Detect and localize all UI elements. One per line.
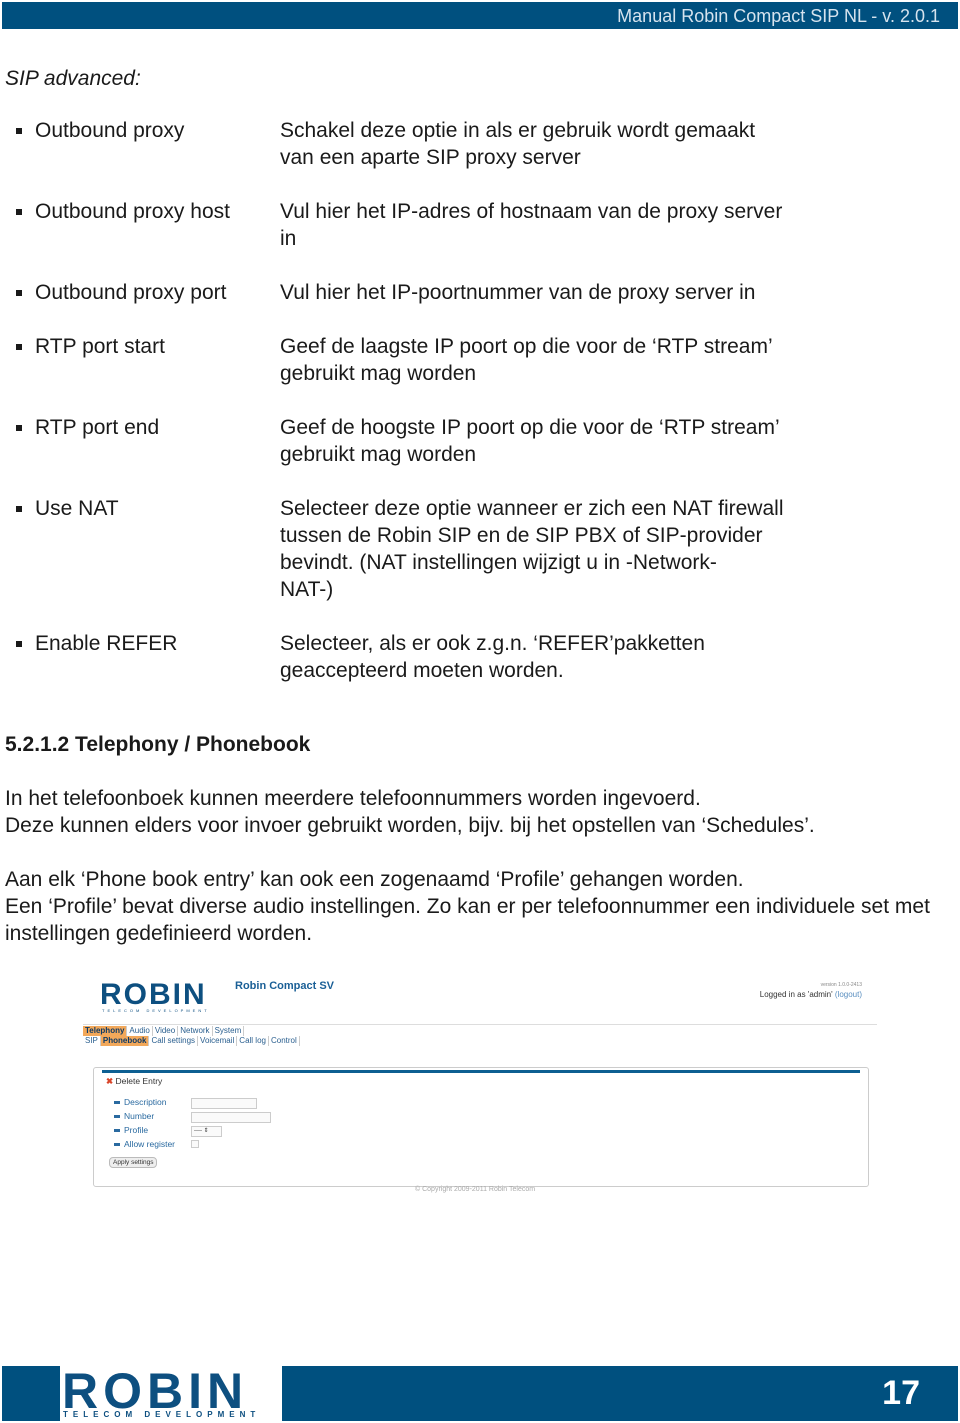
- description-line: bevindt. (NAT instellingen wijzigt u in …: [280, 551, 717, 574]
- section-heading: SIP advanced:: [5, 67, 141, 90]
- tab[interactable]: SIP: [83, 1036, 101, 1046]
- description: Vul hier het IP-adres of hostnaam van de…: [280, 198, 782, 252]
- description-line: gebruikt mag worden: [280, 443, 477, 466]
- manual-page: Manual Robin Compact SIP NL - v. 2.0.1 S…: [0, 0, 960, 1423]
- description: Schakel deze optie in als er gebruik wor…: [280, 117, 755, 171]
- paragraph-line: instellingen gedefinieerd worden.: [5, 922, 313, 945]
- phonebook-panel: ✖ Delete Entry Description Number Profil…: [93, 1067, 869, 1187]
- description-line: Selecteer, als er ook z.g.n. ‘REFER’pakk…: [280, 632, 705, 655]
- number-input[interactable]: [191, 1112, 271, 1123]
- description: Geef de hoogste IP poort op die voor de …: [280, 414, 780, 468]
- description-line: Vul hier het IP-poortnummer van de proxy…: [280, 281, 756, 304]
- tab[interactable]: Video: [153, 1026, 179, 1036]
- profile-select[interactable]: ---- ⇕: [191, 1126, 222, 1137]
- bullet-icon: [16, 128, 22, 134]
- description: Selecteer, als er ook z.g.n. ‘REFER’pakk…: [280, 630, 705, 684]
- description-line: Vul hier het IP-adres of hostnaam van de…: [280, 200, 783, 223]
- main-tabs: Telephony Audio Video Network System: [83, 1026, 245, 1036]
- tab[interactable]: Call settings: [149, 1036, 199, 1046]
- footer-logo-subtitle: TELECOM DEVELOPMENT: [63, 1410, 261, 1419]
- tab[interactable]: Control: [269, 1036, 300, 1046]
- copyright: © Copyright 2009-2011 Robin Telecom: [415, 1186, 536, 1193]
- number-label: Number: [114, 1111, 154, 1121]
- tab[interactable]: Voicemail: [198, 1036, 238, 1046]
- description-line: Schakel deze optie in als er gebruik wor…: [280, 119, 756, 142]
- paragraph-line: Deze kunnen elders voor invoer gebruikt …: [5, 814, 815, 837]
- version: version 1.0.0-2413: [820, 982, 862, 988]
- bullet-icon: [16, 209, 22, 215]
- paragraph-line: Een ‘Profile’ bevat diverse audio instel…: [5, 895, 930, 918]
- header-title: Manual Robin Compact SIP NL - v. 2.0.1: [617, 6, 940, 26]
- description-line: Selecteer deze optie wanneer er zich een…: [280, 497, 784, 520]
- description-line: NAT-): [280, 578, 334, 601]
- description-line: tussen de Robin SIP en de SIP PBX of SIP…: [280, 524, 763, 547]
- subsection-title: 5.2.1.2 Telephony / Phonebook: [5, 733, 311, 756]
- term: Outbound proxy port: [35, 281, 227, 304]
- term: Outbound proxy: [35, 119, 185, 142]
- description-line: Geef de laagste IP poort op die voor de …: [280, 335, 773, 358]
- description-line: in: [280, 227, 297, 250]
- profile-label: Profile: [114, 1125, 148, 1135]
- term: RTP port end: [35, 416, 160, 439]
- bullet-icon: [16, 641, 22, 647]
- allow-register-label: Allow register: [114, 1139, 175, 1149]
- description-line: Geef de hoogste IP poort op die voor de …: [280, 416, 780, 439]
- sub-tabs: SIP Phonebook Call settings Voicemail Call l…: [83, 1036, 300, 1046]
- term: Enable REFER: [35, 632, 178, 655]
- robin-logo: ROBIN: [100, 978, 207, 1011]
- logout-link[interactable]: (logout): [835, 990, 862, 999]
- logo-subtitle: TELECOM DEVELOPMENT: [102, 1008, 210, 1013]
- product-name: Robin Compact SV: [235, 980, 335, 992]
- description-label: Description: [114, 1097, 167, 1107]
- allow-register-checkbox[interactable]: [191, 1140, 199, 1148]
- bullet-icon: [16, 425, 22, 431]
- footer-bar: ROBIN TELECOM DEVELOPMENT 17: [2, 1366, 958, 1421]
- profile-value: ----: [194, 1128, 202, 1134]
- delete-entry-label: Delete Entry: [115, 1076, 163, 1086]
- header-bar: Manual Robin Compact SIP NL - v. 2.0.1: [2, 2, 958, 29]
- term: RTP port start: [35, 335, 165, 358]
- tab[interactable]: Phonebook: [100, 1036, 150, 1046]
- paragraph-line: In het telefoonboek kunnen meerdere tele…: [5, 787, 701, 810]
- tab[interactable]: Telephony: [83, 1026, 128, 1036]
- paragraph: Aan elk ‘Phone book entry’ kan ook een z…: [5, 866, 930, 947]
- description-input[interactable]: [191, 1098, 257, 1109]
- footer-logo: ROBIN TELECOM DEVELOPMENT: [60, 1366, 282, 1421]
- description-line: gebruikt mag worden: [280, 362, 477, 385]
- paragraph-line: Aan elk ‘Phone book entry’ kan ook een z…: [5, 868, 744, 891]
- login-status: Logged in as 'admin' (logout): [760, 990, 862, 999]
- term: Use NAT: [35, 497, 119, 520]
- page-number: 17: [882, 1374, 920, 1412]
- bullet-icon: [16, 506, 22, 512]
- tab[interactable]: Audio: [127, 1026, 153, 1036]
- paragraph: In het telefoonboek kunnen meerdere tele…: [5, 785, 815, 839]
- logged-in-text: Logged in as 'admin': [759, 990, 833, 999]
- delete-icon: ✖: [106, 1076, 114, 1086]
- apply-settings-button[interactable]: Apply settings: [109, 1157, 158, 1168]
- bullet-icon: [16, 344, 22, 350]
- description-line: van een aparte SIP proxy server: [280, 146, 581, 169]
- description-line: geaccepteerd moeten worden.: [280, 659, 564, 682]
- delete-entry-button[interactable]: ✖ Delete Entry: [106, 1076, 162, 1087]
- tab[interactable]: Network: [178, 1026, 213, 1036]
- description: Vul hier het IP-poortnummer van de proxy…: [280, 279, 755, 306]
- description: Geef de laagste IP poort op die voor de …: [280, 333, 773, 387]
- tab[interactable]: Call log: [237, 1036, 269, 1046]
- web-ui-screenshot: ROBIN TELECOM DEVELOPMENT Robin Compact …: [80, 975, 880, 1200]
- tab[interactable]: System: [213, 1026, 245, 1036]
- term: Outbound proxy host: [35, 200, 230, 223]
- description: Selecteer deze optie wanneer er zich een…: [280, 495, 784, 603]
- bullet-icon: [16, 290, 22, 296]
